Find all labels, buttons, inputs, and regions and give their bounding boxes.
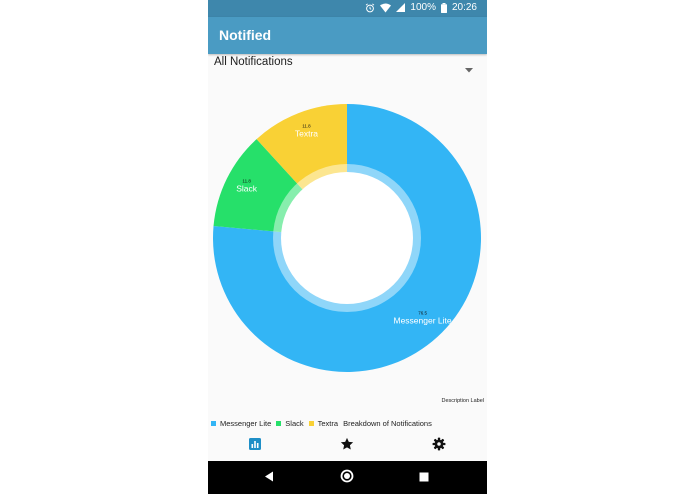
system-navigation-bar xyxy=(208,461,487,494)
filter-selected-value: All Notifications xyxy=(214,56,293,68)
legend-item-slack: Slack xyxy=(276,418,304,428)
status-icons: 100% 20:26 xyxy=(365,2,477,13)
recents-icon xyxy=(419,469,429,487)
chart-legend: Messenger Lite Slack Textra Breakdown of… xyxy=(211,418,487,428)
battery-icon xyxy=(440,2,447,13)
app-title: Notified xyxy=(219,27,272,43)
home-icon xyxy=(340,469,354,488)
nav-favorites-button[interactable] xyxy=(335,436,359,456)
app-bar: Notified xyxy=(208,17,487,54)
legend-label: Messenger Lite xyxy=(220,418,272,428)
status-bar: 100% 20:26 xyxy=(208,0,487,17)
legend-label: Slack xyxy=(285,418,304,428)
legend-item-textra: Textra xyxy=(308,418,339,428)
battery-percent: 100% xyxy=(410,2,436,13)
chart-description-label: Description Label xyxy=(441,398,485,404)
slice-category-label: Messenger Lite xyxy=(394,316,452,326)
slice-category-label: Textra xyxy=(295,129,318,139)
back-icon xyxy=(264,469,274,487)
wifi-icon xyxy=(380,3,392,13)
pie-chart-area: 76.5 Messenger Lite 11.8 Slack 11.8 Textra xyxy=(208,72,487,412)
alarm-icon xyxy=(365,3,375,13)
bar-chart-icon xyxy=(249,437,261,455)
star-icon xyxy=(340,437,354,456)
legend-swatch xyxy=(276,420,282,426)
donut-chart[interactable]: 76.5Messenger Lite11.8Slack11.8Textra xyxy=(208,72,487,412)
nav-settings-button[interactable] xyxy=(427,436,451,456)
phone-screen: 100% 20:26 Notified All Notifications 76… xyxy=(208,0,487,494)
legend-item-messenger-lite: Messenger Lite xyxy=(211,419,271,428)
slice-category-label: Slack xyxy=(236,183,258,193)
system-home-button[interactable] xyxy=(338,469,356,487)
legend-swatch xyxy=(308,420,314,426)
signal-icon xyxy=(396,3,406,12)
clock-time: 20:26 xyxy=(451,2,477,13)
legend-swatch xyxy=(211,420,216,426)
legend-label: Textra xyxy=(317,418,339,428)
system-recents-button[interactable] xyxy=(415,469,433,487)
legend-title: Breakdown of Notifications xyxy=(343,418,432,428)
notification-filter-dropdown[interactable]: All Notifications xyxy=(208,55,487,73)
system-back-button[interactable] xyxy=(260,469,278,487)
nav-stats-button[interactable] xyxy=(243,436,267,456)
gear-icon xyxy=(432,437,446,456)
donut-hole xyxy=(281,172,413,304)
bottom-navigation xyxy=(208,431,487,461)
